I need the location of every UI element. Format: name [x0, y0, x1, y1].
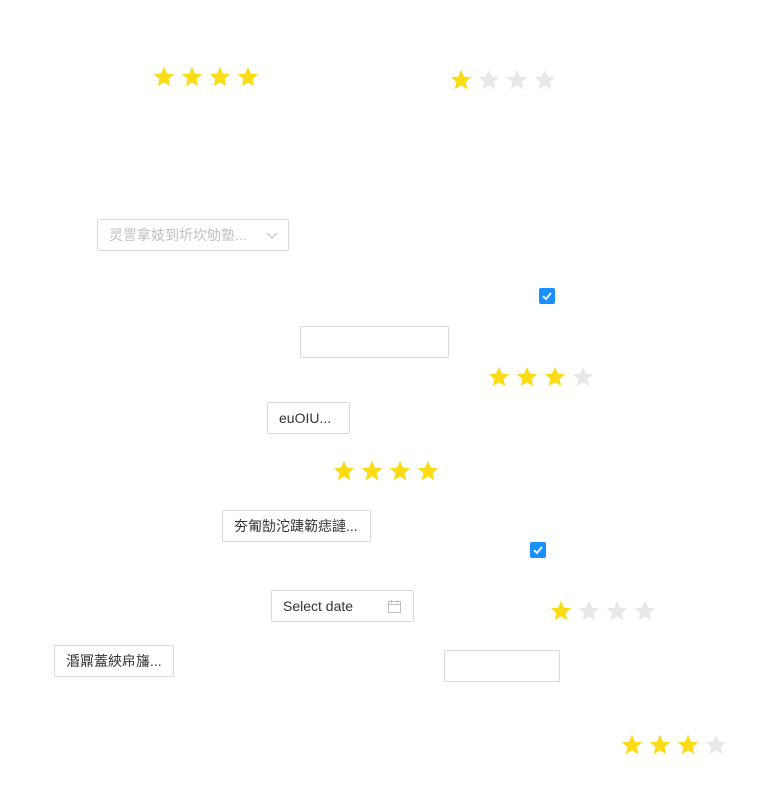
- button-label: 夯匍勂沱踕簕痣謰...: [234, 518, 358, 534]
- star-icon[interactable]: [416, 459, 440, 483]
- button-label: 涽鼏蓋綊帍旛...: [66, 653, 162, 669]
- star-icon[interactable]: [648, 733, 672, 757]
- star-rating[interactable]: [152, 65, 260, 89]
- star-icon[interactable]: [180, 65, 204, 89]
- star-icon[interactable]: [577, 599, 601, 623]
- star-icon[interactable]: [487, 365, 511, 389]
- star-icon[interactable]: [704, 733, 728, 757]
- calendar-icon: [388, 600, 401, 613]
- star-icon[interactable]: [360, 459, 384, 483]
- star-icon[interactable]: [388, 459, 412, 483]
- chevron-down-icon: [266, 232, 278, 239]
- star-icon[interactable]: [332, 459, 356, 483]
- select-placeholder: 灵詈拿妓到圻坎劬塾...: [109, 227, 247, 243]
- star-icon[interactable]: [449, 68, 473, 92]
- star-icon[interactable]: [208, 65, 232, 89]
- star-icon[interactable]: [236, 65, 260, 89]
- text-input[interactable]: [300, 326, 449, 358]
- button[interactable]: 涽鼏蓋綊帍旛...: [54, 645, 174, 677]
- star-icon[interactable]: [633, 599, 657, 623]
- star-icon[interactable]: [152, 65, 176, 89]
- text-input[interactable]: [444, 650, 560, 682]
- checkbox[interactable]: [530, 542, 546, 558]
- star-icon[interactable]: [676, 733, 700, 757]
- star-icon[interactable]: [571, 365, 595, 389]
- date-picker[interactable]: Select date: [271, 590, 414, 622]
- check-icon: [533, 546, 543, 555]
- star-icon[interactable]: [505, 68, 529, 92]
- button[interactable]: euOIU...: [267, 402, 350, 434]
- star-icon[interactable]: [533, 68, 557, 92]
- star-rating[interactable]: [487, 365, 595, 389]
- star-rating[interactable]: [332, 459, 440, 483]
- star-icon[interactable]: [549, 599, 573, 623]
- button[interactable]: 夯匍勂沱踕簕痣謰...: [222, 510, 371, 542]
- select-dropdown[interactable]: 灵詈拿妓到圻坎劬塾...: [97, 219, 289, 251]
- star-icon[interactable]: [620, 733, 644, 757]
- star-rating[interactable]: [620, 733, 728, 757]
- star-rating[interactable]: [449, 68, 557, 92]
- button-label: euOIU...: [279, 410, 332, 426]
- check-icon: [542, 292, 552, 301]
- star-rating[interactable]: [549, 599, 657, 623]
- checkbox[interactable]: [539, 288, 555, 304]
- date-placeholder: Select date: [283, 598, 354, 614]
- star-icon[interactable]: [477, 68, 501, 92]
- star-icon[interactable]: [605, 599, 629, 623]
- star-icon[interactable]: [543, 365, 567, 389]
- star-icon[interactable]: [515, 365, 539, 389]
